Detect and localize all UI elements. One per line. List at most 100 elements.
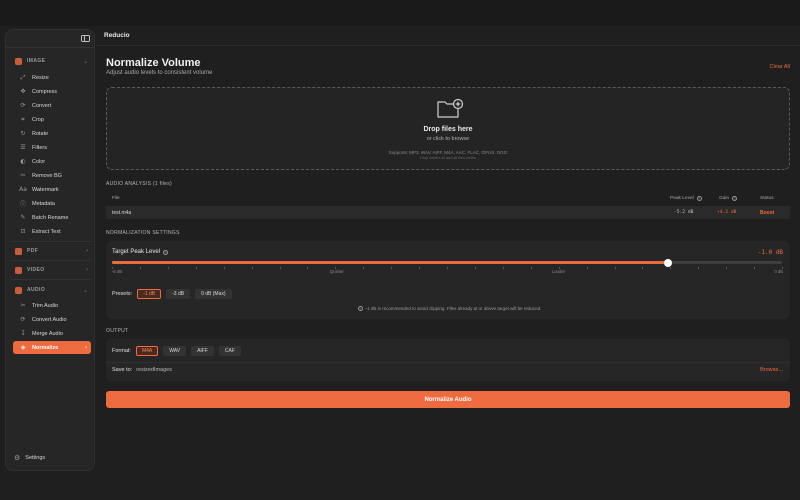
sidebar-item-merge-audio[interactable]: ↧ Merge Audio: [13, 327, 91, 340]
sidebar-item-normalize[interactable]: ◈ Normalize ›: [13, 341, 91, 354]
sidebar-item-rotate[interactable]: ↻ Rotate: [13, 127, 91, 140]
sidebar-item-filters[interactable]: ☰ Filters: [13, 141, 91, 154]
scale-max: 0 dB: [774, 269, 783, 274]
sidebar-item-convert-audio[interactable]: ⟳ Convert Audio: [13, 313, 91, 326]
sidebar-item-remove-bg[interactable]: ✂ Remove BG: [13, 169, 91, 182]
rotate-icon: ↻: [20, 130, 26, 137]
analysis-title: AUDIO ANALYSIS (1 files): [106, 181, 173, 187]
slider-tick: [391, 267, 393, 269]
slider-tick: [726, 267, 728, 269]
sidebar-item-label: Extract Text: [32, 228, 61, 235]
sidebar-item-resize[interactable]: ⤢ Resize: [13, 71, 91, 84]
app-title: Reducio: [104, 32, 130, 39]
sidebar-item-label: Convert Audio: [32, 316, 67, 323]
sidebar-item-label: Trim Audio: [32, 302, 59, 309]
normalization-card: Target Peak Level ? -1.0 dB -6 dB Quiete…: [106, 241, 790, 319]
column-header-peak: Peak Level?: [670, 196, 702, 201]
sidebar-divider: [6, 47, 94, 48]
cell-gain: +4.2 dB: [717, 209, 737, 215]
presets-row: Presets: -1 dB -3 dB 0 dB (Max): [112, 289, 237, 299]
format-m4a-button[interactable]: M4A: [135, 346, 159, 356]
info-icon[interactable]: ?: [732, 196, 738, 201]
scale-quieter: Quieter: [330, 269, 344, 274]
title-bar: [0, 0, 800, 26]
table-row[interactable]: test.m4a -5.2 dB +4.2 dB Boost: [106, 206, 790, 219]
sidebar-item-label: Rotate: [32, 130, 49, 137]
sidebar-divider: [11, 279, 91, 280]
sidebar-item-label: Metadata: [32, 200, 55, 207]
section-image[interactable]: IMAGE ⌄: [11, 54, 91, 68]
sidebar-toggle-icon[interactable]: [81, 35, 90, 42]
page-subtitle: Adjust audio levels to consistent volume: [106, 70, 213, 76]
sidebar-item-label: Watermark: [32, 186, 59, 193]
sidebar-item-crop[interactable]: ⌗ Crop: [13, 113, 91, 126]
drop-zone[interactable]: Drop files here or click to browse Suppo…: [106, 87, 790, 170]
column-header-file: File: [112, 196, 120, 201]
sidebar-item-label: Merge Audio: [32, 330, 63, 337]
drop-subtitle: or click to browse: [426, 136, 470, 142]
color-icon: ◐: [20, 158, 26, 165]
slider-tick: [502, 267, 504, 269]
sidebar-item-label: Crop: [32, 116, 44, 123]
info-icon[interactable]: ?: [163, 249, 169, 255]
browse-button[interactable]: Browse...: [760, 367, 783, 373]
sidebar: IMAGE ⌄ ⤢ Resize ✥ Compress ⟳ Convert ⌗ …: [5, 29, 95, 471]
crop-icon: ⌗: [21, 115, 25, 123]
section-image-label: IMAGE: [27, 58, 46, 64]
settings-button[interactable]: ⚙ Settings: [14, 454, 45, 462]
sidebar-item-label: Normalize: [32, 344, 59, 351]
sidebar-item-extract-text[interactable]: ⊡ Extract Text: [13, 225, 91, 238]
sidebar-item-label: Batch Rename: [32, 214, 69, 221]
sidebar-item-metadata[interactable]: ⓘ Metadata: [13, 197, 91, 210]
output-divider: [106, 362, 790, 363]
section-pdf[interactable]: PDF ›: [11, 244, 91, 258]
section-video[interactable]: VIDEO ›: [11, 263, 91, 277]
header-divider: [96, 45, 800, 46]
chevron-down-icon: ⌄: [82, 287, 88, 294]
info-icon: i: [357, 306, 363, 311]
convert-audio-icon: ⟳: [20, 316, 26, 323]
image-section-icon: [15, 57, 22, 65]
slider-tick: [447, 267, 448, 269]
sidebar-item-compress[interactable]: ✥ Compress: [13, 85, 91, 98]
clear-all-button[interactable]: Clear All: [770, 64, 790, 70]
chevron-right-icon: ›: [86, 267, 88, 273]
preset-minus-1-button[interactable]: -1 dB: [137, 289, 162, 299]
sidebar-item-color[interactable]: ◐ Color: [13, 155, 91, 168]
info-icon[interactable]: ?: [696, 196, 702, 201]
format-wav-button[interactable]: WAV: [163, 346, 187, 356]
cell-peak: -5.2 dB: [674, 209, 694, 215]
output-card: Format: M4A WAV AIFF CAF Save to: resized…: [106, 339, 790, 381]
format-aiff-button[interactable]: AIFF: [191, 346, 214, 356]
save-to-row: Save to: resizedImages: [112, 367, 172, 373]
sidebar-item-watermark[interactable]: Aa Watermark: [13, 183, 91, 196]
slider-tick: [223, 267, 225, 269]
trim-audio-icon: ✂: [20, 302, 26, 309]
scale-louder: Louder: [552, 269, 566, 274]
presets-label: Presets:: [112, 291, 133, 297]
column-header-label: Status: [760, 196, 774, 201]
preset-minus-3-button[interactable]: -3 dB: [166, 289, 191, 299]
normalize-audio-button[interactable]: Normalize Audio: [106, 391, 790, 408]
sidebar-item-batch-rename[interactable]: ✎ Batch Rename: [13, 211, 91, 224]
extract-text-icon: ⊡: [20, 228, 26, 235]
video-section-icon: [15, 266, 22, 274]
slider-thumb[interactable]: [664, 258, 673, 267]
cell-status: Boost: [760, 209, 775, 216]
slider-tick: [363, 267, 365, 269]
peak-slider[interactable]: [112, 258, 782, 267]
sidebar-item-label: Compress: [32, 88, 58, 95]
sidebar-item-trim-audio[interactable]: ✂ Trim Audio: [13, 299, 91, 312]
target-peak-text: Target Peak Level: [112, 249, 161, 255]
sidebar-item-convert[interactable]: ⟳ Convert: [13, 99, 91, 112]
output-title: OUTPUT: [106, 328, 129, 334]
preset-max-button[interactable]: 0 dB (Max): [195, 289, 232, 299]
settings-title: NORMALIZATION SETTINGS: [106, 230, 180, 236]
slider-tick: [419, 267, 421, 269]
column-header-gain: Gain?: [719, 196, 738, 201]
pdf-section-icon: [15, 247, 22, 255]
slider-tick: [167, 267, 169, 269]
section-audio[interactable]: AUDIO ⌄: [11, 283, 91, 297]
format-caf-button[interactable]: CAF: [218, 346, 241, 356]
section-audio-label: AUDIO: [27, 287, 46, 293]
